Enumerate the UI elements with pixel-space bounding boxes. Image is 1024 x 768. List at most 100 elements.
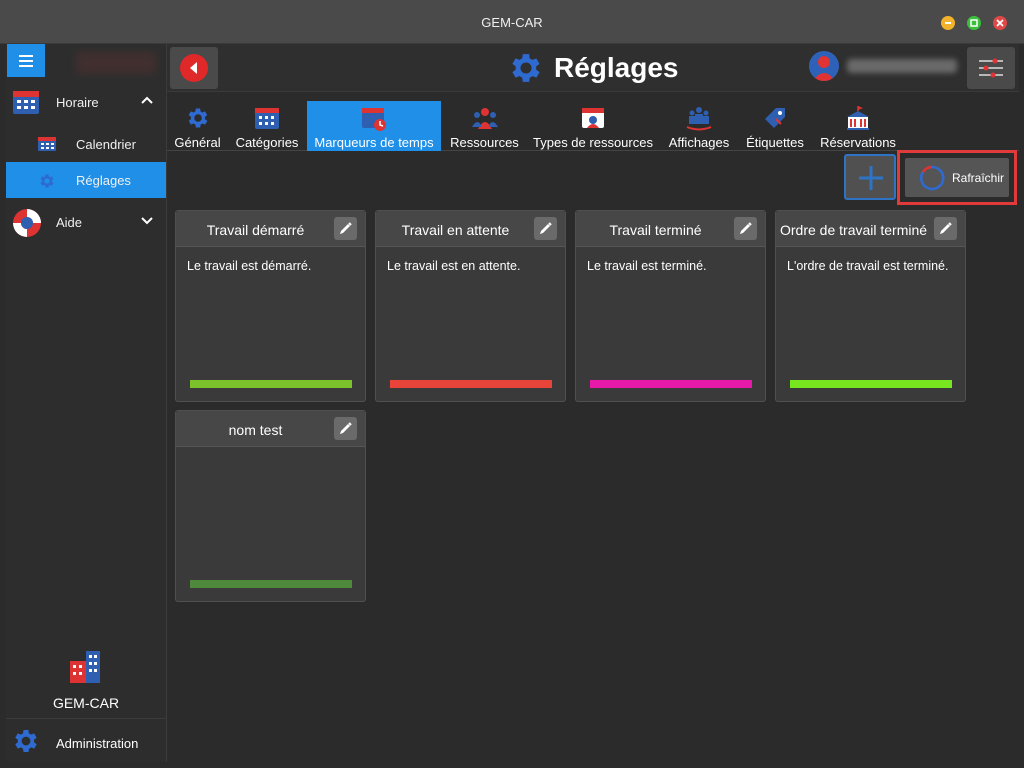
refresh-highlight: Rafraîchir <box>897 150 1017 205</box>
card-color-bar <box>590 380 752 388</box>
chevron-up-icon <box>140 93 154 112</box>
time-marker-card: Travail en attente Le travail est en att… <box>375 210 566 402</box>
tab-label: Étiquettes <box>746 135 804 150</box>
card-title: Travail terminé <box>609 222 702 238</box>
time-marker-card: Ordre de travail terminé L'ordre de trav… <box>775 210 966 402</box>
card-description: Le travail est démarré. <box>187 259 312 273</box>
pencil-icon <box>938 221 953 241</box>
refresh-button[interactable]: Rafraîchir <box>905 158 1009 197</box>
card-color-bar <box>390 380 552 388</box>
maximize-button[interactable] <box>967 16 981 30</box>
sidebar-item-calendrier[interactable]: Calendrier <box>6 126 166 162</box>
card-title: nom test <box>228 422 283 438</box>
calendar-grid-icon <box>11 87 41 122</box>
people-group-icon <box>471 105 498 131</box>
time-marker-card: nom test <box>175 410 366 602</box>
main-content: Réglages Général Catégories Marqueurs de… <box>166 44 1019 762</box>
tab-marqueurs-de-temps[interactable]: Marqueurs de temps <box>307 101 441 151</box>
page-header: Réglages <box>167 44 1019 92</box>
tab-categories[interactable]: Catégories <box>233 101 301 151</box>
tab-reservations[interactable]: Réservations <box>817 101 899 151</box>
pencil-icon <box>338 421 353 441</box>
edit-button[interactable] <box>334 417 357 440</box>
sidebar-group-aide[interactable]: Aide <box>6 205 166 239</box>
tab-affichages[interactable]: Affichages <box>665 101 733 151</box>
refresh-icon <box>919 165 945 196</box>
lifebuoy-icon <box>11 207 43 244</box>
pencil-icon <box>338 221 353 241</box>
card-header: Travail en attente <box>376 211 565 247</box>
card-color-bar <box>790 380 952 388</box>
card-title: Ordre de travail terminé <box>780 222 927 238</box>
back-arrow-icon <box>180 54 208 82</box>
tab-label: Affichages <box>668 135 730 150</box>
gear-icon <box>185 105 211 131</box>
plus-icon <box>858 165 884 196</box>
card-description: Le travail est terminé. <box>587 259 707 273</box>
tab-etiquettes[interactable]: Étiquettes <box>741 101 809 151</box>
tab-label: Catégories <box>235 135 299 150</box>
buildings-icon <box>68 649 104 690</box>
filter-settings-button[interactable] <box>967 47 1015 89</box>
brand: GEM-CAR <box>6 649 166 713</box>
tab-label: Réservations <box>820 135 896 150</box>
gear-icon <box>507 49 545 92</box>
card-color-bar <box>190 580 352 588</box>
card-header: Ordre de travail terminé <box>776 211 965 247</box>
display-people-icon <box>686 105 712 131</box>
calendar-grid-icon <box>254 105 280 131</box>
edit-button[interactable] <box>934 217 957 240</box>
card-header: Travail terminé <box>576 211 765 247</box>
tab-label: Ressources <box>450 135 519 150</box>
edit-button[interactable] <box>734 217 757 240</box>
card-color-bar <box>190 380 352 388</box>
sidebar: Horaire Calendrier Réglages Aide GEM-CAR… <box>6 44 166 762</box>
administration-label: Administration <box>56 736 139 751</box>
sidebar-item-administration[interactable]: Administration <box>6 718 166 762</box>
tab-label: Types de ressources <box>533 135 653 150</box>
close-button[interactable] <box>993 16 1007 30</box>
user-name-blurred <box>847 59 957 73</box>
sidebar-group-horaire[interactable]: Horaire <box>6 85 166 119</box>
calendar-clock-icon <box>361 105 387 131</box>
window-title: GEM-CAR <box>481 15 543 30</box>
page-title: Réglages <box>554 52 679 83</box>
sidebar-group-label: Horaire <box>56 95 99 110</box>
tab-types-de-ressources[interactable]: Types de ressources <box>529 101 657 151</box>
tab-general[interactable]: Général <box>172 101 223 151</box>
pencil-icon <box>738 221 753 241</box>
tab-ressources[interactable]: Ressources <box>447 101 522 151</box>
brand-label: GEM-CAR <box>52 695 120 711</box>
refresh-label: Rafraîchir <box>952 171 1005 185</box>
sidebar-item-reglages[interactable]: Réglages <box>6 162 166 198</box>
sliders-icon <box>978 56 1004 85</box>
card-description: Le travail est en attente. <box>387 259 521 273</box>
window-title-bar: GEM-CAR <box>0 0 1024 44</box>
edit-button[interactable] <box>334 217 357 240</box>
minimize-button[interactable] <box>941 16 955 30</box>
gear-icon <box>11 726 41 761</box>
tag-icon <box>762 105 788 131</box>
pencil-icon <box>538 221 553 241</box>
id-card-icon <box>580 105 606 131</box>
time-marker-card: Travail terminé Le travail est terminé. <box>575 210 766 402</box>
chevron-down-icon <box>140 213 154 232</box>
tab-label: Général <box>174 135 221 150</box>
card-title: Travail en attente <box>401 222 510 238</box>
card-header: nom test <box>176 411 365 447</box>
time-marker-card: Travail démarré Le travail est démarré. <box>175 210 366 402</box>
sidebar-group-label: Aide <box>56 215 83 230</box>
blurred-logo <box>76 52 156 74</box>
tab-bar: Général Catégories Marqueurs de temps Re… <box>167 101 1019 151</box>
hamburger-menu-button[interactable] <box>7 44 45 77</box>
edit-button[interactable] <box>534 217 557 240</box>
back-button[interactable] <box>170 47 218 89</box>
user-avatar[interactable] <box>809 51 839 81</box>
gear-small-icon <box>38 172 56 195</box>
add-button[interactable] <box>844 154 896 200</box>
sidebar-item-label: Calendrier <box>76 137 136 152</box>
card-title: Travail démarré <box>206 222 305 238</box>
building-flag-icon <box>845 105 871 131</box>
card-description: L'ordre de travail est terminé. <box>787 259 949 273</box>
calendar-small-icon <box>38 136 56 157</box>
